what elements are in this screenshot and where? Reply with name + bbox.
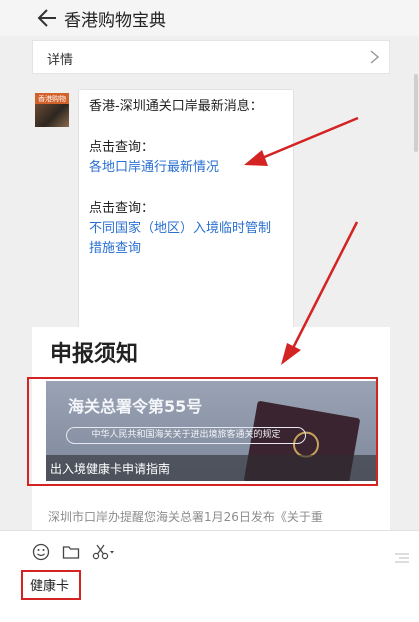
query-prompt-2: 点击查询： (89, 201, 155, 216)
chevron-right-icon (370, 50, 379, 64)
avatar-text: 香港购物 (38, 95, 66, 103)
query-prompt-1: 点击查询： (89, 140, 155, 155)
scrollbar[interactable] (414, 74, 418, 152)
scissors-icon[interactable] (92, 543, 116, 561)
avatar[interactable]: 香港购物 (35, 93, 69, 127)
article-card[interactable]: 申报须知 海关总署令第55号 中华人民共和国海关关于进出境旅客通关的规定 出入境… (32, 327, 390, 530)
folder-icon[interactable] (62, 543, 80, 561)
detail-label: 详情 (47, 53, 74, 68)
article-excerpt: 深圳市口岸办提醒您海关总署1月26日发布《关于重 (48, 510, 323, 524)
emoji-icon[interactable] (32, 543, 50, 561)
back-arrow-icon[interactable] (36, 7, 58, 29)
port-status-link[interactable]: 各地口岸通行最新情况 (89, 159, 219, 177)
scroll-to-bottom-icon[interactable] (395, 553, 409, 563)
banner-subtitle: 中华人民共和国海关关于进出境旅客通关的规定 (66, 427, 306, 444)
message-input[interactable]: 健康卡 (30, 575, 69, 594)
chat-area[interactable]: 详情 香港购物 香港-深圳通关口岸最新消息： 点击查询： 各地口岸通行最新情况 … (0, 36, 419, 530)
message-bubble: 香港-深圳通关口岸最新消息： 点击查询： 各地口岸通行最新情况 点击查询： 不同… (78, 89, 294, 359)
page-title: 香港购物宝典 (64, 11, 166, 31)
avatar-photo (35, 104, 69, 127)
input-area: 健康卡 (0, 530, 419, 622)
avatar-banner: 香港购物 (35, 93, 69, 104)
caption-text: 出入境健康卡申请指南 (50, 462, 171, 476)
title-bar: 香港购物宝典 (0, 0, 419, 36)
entry-control-link[interactable]: 不同国家（地区）入境临时管制 (89, 220, 271, 238)
detail-bar[interactable]: 详情 (32, 40, 390, 74)
banner-caption: 出入境健康卡申请指南 (46, 455, 376, 481)
banner-title: 海关总署令第55号 (68, 397, 203, 416)
article-heading: 申报须知 (50, 342, 139, 367)
article-banner[interactable]: 海关总署令第55号 中华人民共和国海关关于进出境旅客通关的规定 出入境健康卡申请… (46, 381, 376, 481)
message-headline: 香港-深圳通关口岸最新消息： (89, 99, 263, 114)
entry-control-link-cont[interactable]: 措施查询 (89, 240, 141, 258)
